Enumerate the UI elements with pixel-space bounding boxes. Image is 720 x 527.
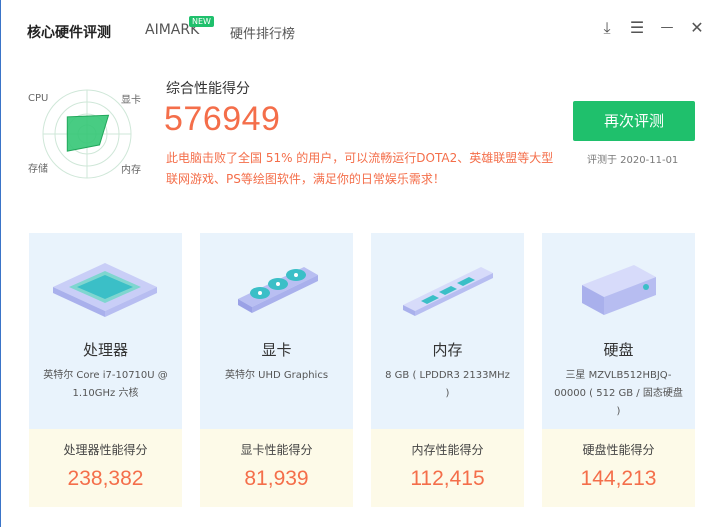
storage-card-title: 硬盘 (603, 341, 634, 359)
overall-score-title: 综合性能得分 (166, 81, 250, 97)
retest-button[interactable]: 再次评测 (573, 101, 695, 141)
title-bar: 核心硬件评测 AIMARK NEW 硬件排行榜 ⤓ ☰ — ✕ (1, 0, 720, 62)
storage-card: 硬盘 三星 MZVLB512HBJQ-00000 ( 512 GB / 固态硬盘… (542, 233, 695, 507)
cpu-card-info: 处理器 英特尔 Core i7-10710U @ 1.10GHz 六核 (29, 233, 182, 429)
gpu-score-value: 81,939 (244, 467, 309, 490)
cpu-card-score-area: 处理器性能得分 238,382 (29, 429, 182, 507)
gpu-card-desc: 英特尔 UHD Graphics (224, 370, 329, 381)
memory-card-info: 内存 8 GB ( LPDDR3 2133MHz ) (371, 233, 524, 429)
gpu-card-title: 显卡 (261, 341, 292, 359)
graphics-card-icon (200, 243, 353, 333)
storage-score-value: 144,213 (580, 467, 657, 490)
storage-card-score-area: 硬盘性能得分 144,213 (542, 429, 695, 507)
test-date: 评测于 2020-11-01 (587, 155, 679, 166)
menu-icon[interactable]: ☰ (627, 18, 647, 38)
cpu-card-desc: 英特尔 Core i7-10710U @ 1.10GHz 六核 (43, 370, 168, 399)
gpu-card-info: 显卡 英特尔 UHD Graphics (200, 233, 353, 429)
gpu-card-score-area: 显卡性能得分 81,939 (200, 429, 353, 507)
overall-score-description: 此电脑击败了全国 51% 的用户，可以流畅运行DOTA2、英雄联盟等大型联网游戏… (166, 151, 554, 186)
cpu-chip-icon (29, 243, 182, 333)
memory-stick-icon (371, 243, 524, 333)
memory-card-score-area: 内存性能得分 112,415 (371, 429, 524, 507)
radar-label-storage: 存储 (28, 164, 48, 175)
storage-card-info: 硬盘 三星 MZVLB512HBJQ-00000 ( 512 GB / 固态硬盘… (542, 233, 695, 429)
cpu-score-value: 238,382 (67, 467, 144, 490)
cpu-card-title: 处理器 (82, 341, 128, 359)
storage-score-label: 硬盘性能得分 (582, 443, 655, 457)
gpu-score-label: 显卡性能得分 (240, 443, 313, 457)
memory-score-label: 内存性能得分 (411, 443, 484, 457)
radar-score-area (66, 114, 110, 152)
close-icon[interactable]: ✕ (687, 18, 707, 38)
memory-card: 内存 8 GB ( LPDDR3 2133MHz ) 内存性能得分 112,41… (371, 233, 524, 507)
gpu-card: 显卡 英特尔 UHD Graphics 显卡性能得分 81,939 (200, 233, 353, 507)
hard-drive-icon (542, 243, 695, 333)
radar-label-gpu: 显卡 (121, 95, 141, 106)
new-badge: NEW (189, 16, 214, 27)
memory-score-value: 112,415 (410, 467, 485, 490)
tab-core-hardware[interactable]: 核心硬件评测 (27, 22, 111, 42)
performance-radar-chart: CPU 显卡 内存 存储 (21, 84, 153, 184)
download-icon[interactable]: ⤓ (597, 18, 617, 38)
tab-hardware-ranking[interactable]: 硬件排行榜 (230, 23, 295, 42)
memory-card-title: 内存 (432, 341, 463, 359)
minimize-icon[interactable]: — (657, 18, 677, 38)
memory-card-desc: 8 GB ( LPDDR3 2133MHz ) (385, 370, 510, 399)
overall-score-value: 576949 (164, 100, 281, 138)
radar-label-cpu: CPU (28, 93, 49, 104)
cpu-score-label: 处理器性能得分 (63, 443, 148, 457)
cpu-card: 处理器 英特尔 Core i7-10710U @ 1.10GHz 六核 处理器性… (29, 233, 182, 507)
radar-label-memory: 内存 (121, 165, 141, 176)
storage-card-desc: 三星 MZVLB512HBJQ-00000 ( 512 GB / 固态硬盘 ) (554, 370, 683, 417)
